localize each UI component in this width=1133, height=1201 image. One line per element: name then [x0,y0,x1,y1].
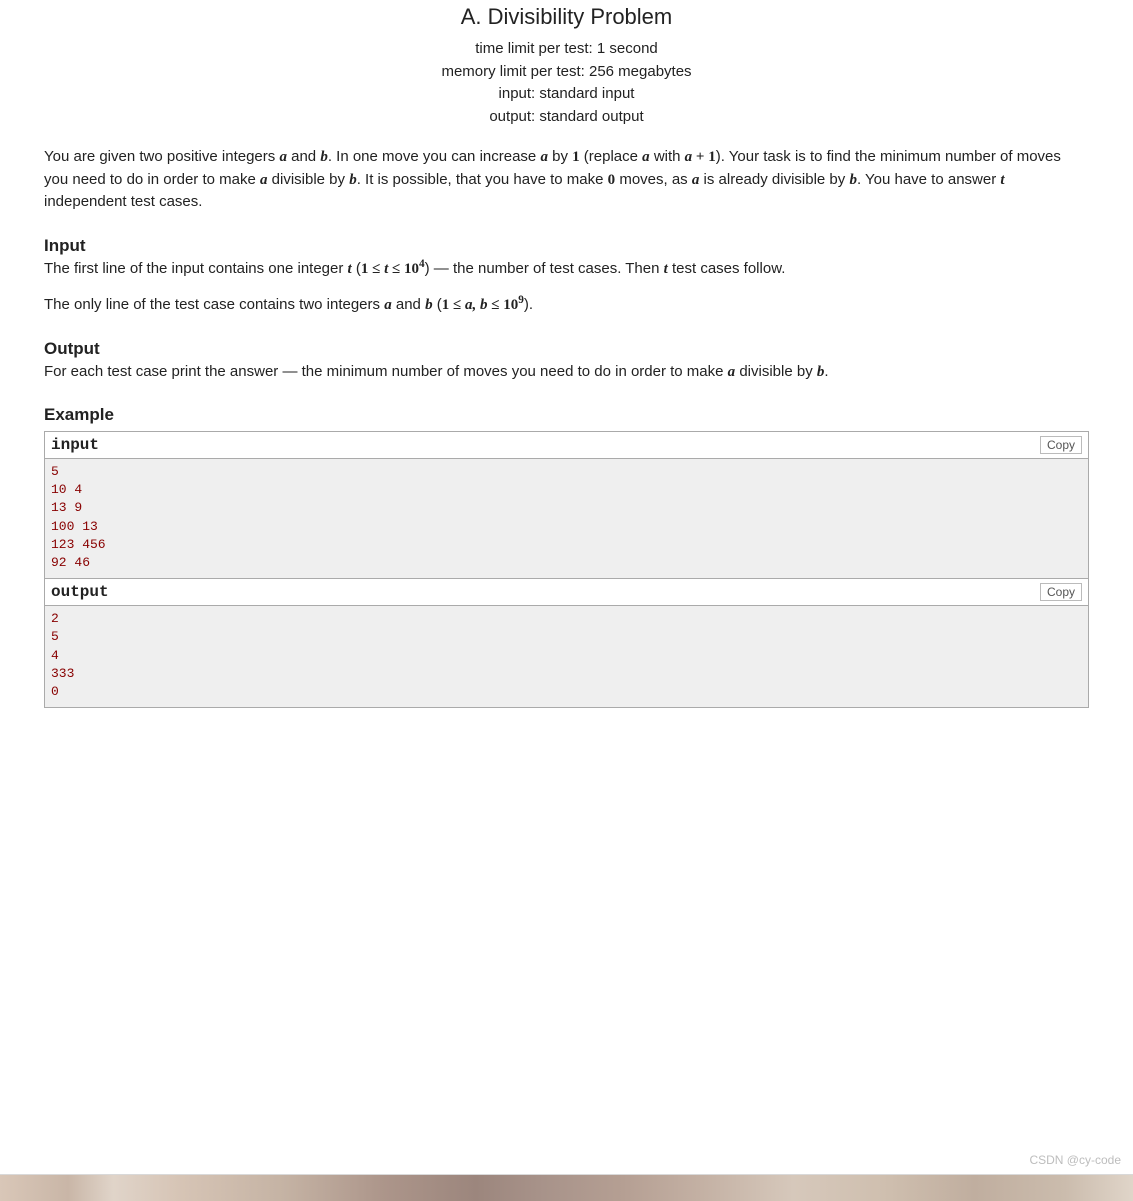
math-expr-tbound: 1 ≤ t ≤ 104 [361,261,425,277]
math-var-a: a [279,149,287,165]
example-output-block: output Copy 2 5 4 333 0 [44,579,1089,708]
text: moves, as [615,171,692,188]
math-var-t: t [1000,172,1004,188]
text: . [824,363,828,380]
text: You are given two positive integers [44,148,279,165]
math-expr-aplus1: a + 1 [685,149,716,165]
text: . In one move you can increase [328,148,541,165]
math-var-a: a [540,149,548,165]
text: independent test cases. [44,193,202,210]
meta-memory: memory limit per test: 256 megabytes [44,61,1089,84]
input-paragraph-1: The first line of the input contains one… [44,258,1089,281]
text: (replace [580,148,643,165]
watermark: CSDN @cy-code [1029,1153,1121,1167]
input-paragraph-2: The only line of the test case contains … [44,294,1089,317]
text: test cases follow. [668,260,786,277]
math-var-a: a [642,149,650,165]
text: divisible by [267,171,349,188]
output-paragraph: For each test case print the answer — th… [44,361,1089,384]
math-var-b: b [849,172,857,188]
text: ). [524,296,533,313]
example-input-label: input [51,436,99,454]
output-heading: Output [44,339,1089,359]
problem-title: A. Divisibility Problem [44,4,1089,30]
math-num-1: 1 [572,149,580,165]
text: by [548,148,572,165]
text: with [650,148,685,165]
example-output-data: 2 5 4 333 0 [45,606,1088,707]
copy-output-button[interactable]: Copy [1040,583,1082,601]
text: . You have to answer [857,171,1000,188]
text: ( [352,260,361,277]
copy-input-button[interactable]: Copy [1040,436,1082,454]
example-input-block: input Copy 5 10 4 13 9 100 13 123 456 92… [44,431,1089,579]
example-input-data: 5 10 4 13 9 100 13 123 456 92 46 [45,459,1088,578]
meta-output: output: standard output [44,106,1089,129]
text: ( [433,296,442,313]
example-heading: Example [44,405,1089,425]
text: For each test case print the answer — th… [44,363,728,380]
math-var-b: b [425,297,433,313]
meta-input: input: standard input [44,83,1089,106]
text: The only line of the test case contains … [44,296,384,313]
text: divisible by [735,363,817,380]
text: ) — the number of test cases. Then [425,260,664,277]
text: and [287,148,320,165]
problem-statement: You are given two positive integers a an… [44,146,1089,214]
math-var-b: b [349,172,357,188]
input-heading: Input [44,236,1089,256]
math-var-b: b [320,149,328,165]
math-var-a: a [384,297,392,313]
text: and [392,296,425,313]
text: . It is possible, that you have to make [357,171,608,188]
example-output-label: output [51,583,109,601]
meta-time: time limit per test: 1 second [44,38,1089,61]
text: The first line of the input contains one… [44,260,348,277]
math-expr-abound: 1 ≤ a, b ≤ 109 [442,297,524,313]
text: is already divisible by [699,171,849,188]
